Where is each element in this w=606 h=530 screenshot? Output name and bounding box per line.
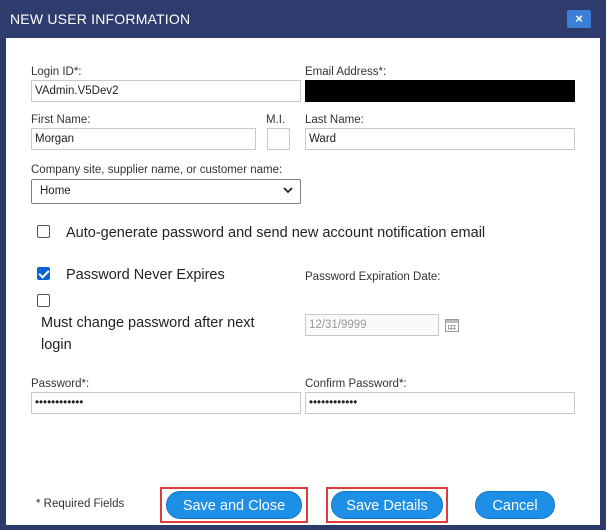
mi-input[interactable] (267, 128, 290, 150)
auto-generate-checkbox[interactable] (37, 225, 50, 238)
cancel-button[interactable]: Cancel (475, 491, 555, 519)
last-name-label: Last Name: (305, 114, 364, 126)
never-expires-checkbox[interactable] (37, 267, 50, 280)
must-change-checkbox[interactable] (37, 294, 50, 307)
first-name-label: First Name: (31, 114, 91, 126)
password-label: Password*: (31, 378, 90, 390)
company-label: Company site, supplier name, or customer… (31, 164, 283, 176)
email-label: Email Address*: (305, 66, 387, 78)
calendar-icon[interactable] (445, 319, 459, 332)
password-input[interactable]: •••••••••••• (31, 392, 301, 414)
expiration-date-input[interactable]: 12/31/9999 (305, 314, 439, 336)
dialog-titlebar: NEW USER INFORMATION × (0, 0, 606, 38)
login-id-input[interactable]: VAdmin.V5Dev2 (31, 80, 301, 102)
required-fields-note: * Required Fields (36, 498, 125, 510)
company-select[interactable]: Home (31, 179, 301, 204)
must-change-label-line1: Must change password after next (41, 315, 255, 331)
save-and-close-button[interactable]: Save and Close (166, 491, 302, 519)
confirm-password-input[interactable]: •••••••••••• (305, 392, 575, 414)
dialog-title: NEW USER INFORMATION (10, 11, 191, 27)
company-select-value: Home (40, 185, 71, 197)
mi-label: M.I. (266, 114, 286, 126)
auto-generate-label: Auto-generate password and send new acco… (66, 225, 486, 241)
email-input[interactable] (305, 80, 575, 102)
must-change-label-line2: login (41, 337, 72, 353)
save-details-button[interactable]: Save Details (331, 491, 443, 519)
dialog-body: Login ID*: VAdmin.V5Dev2 Email Address*:… (6, 38, 600, 525)
chevron-down-icon (282, 183, 294, 200)
confirm-password-label: Confirm Password*: (305, 378, 407, 390)
never-expires-label: Password Never Expires (66, 267, 225, 283)
last-name-input[interactable]: Ward (305, 128, 575, 150)
close-button[interactable]: × (567, 10, 591, 28)
login-id-label: Login ID*: (31, 66, 82, 78)
first-name-input[interactable]: Morgan (31, 128, 256, 150)
close-icon: × (575, 11, 583, 26)
new-user-dialog: NEW USER INFORMATION × Login ID*: VAdmin… (0, 0, 606, 530)
expiration-date-label: Password Expiration Date: (305, 271, 441, 283)
